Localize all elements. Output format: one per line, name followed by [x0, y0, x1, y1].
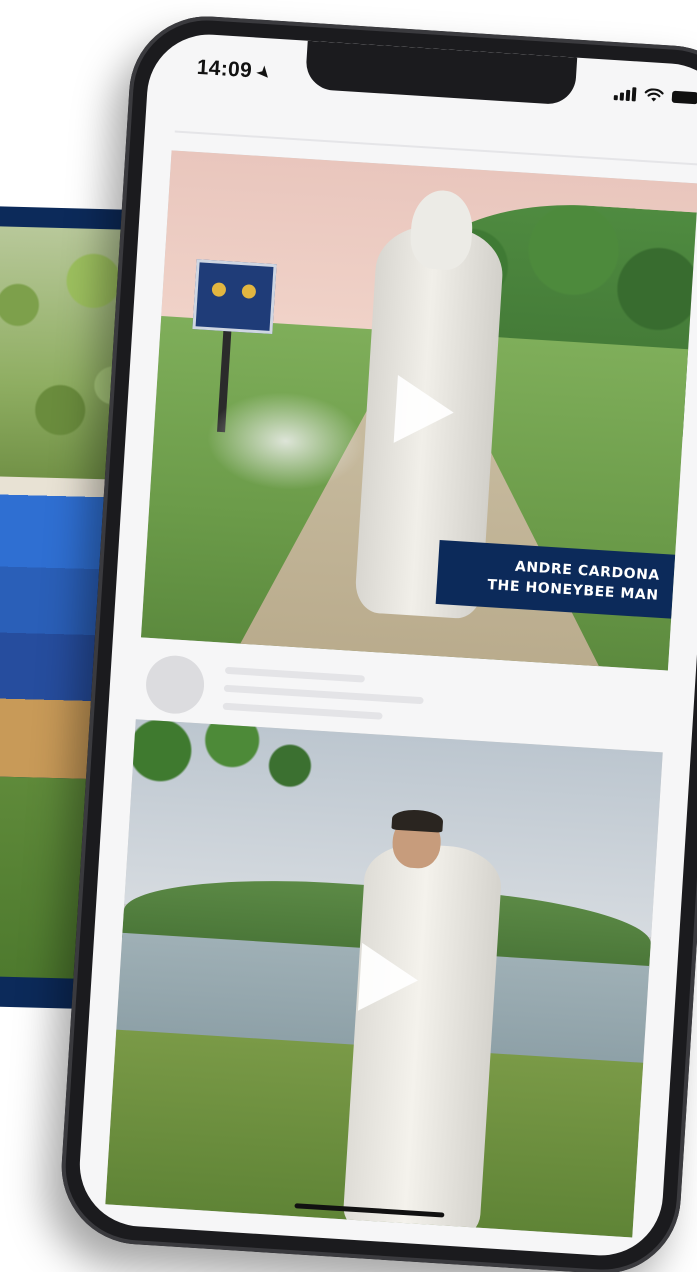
wifi-icon [644, 88, 664, 102]
phone-frame: 14:09➤ ANDRE CARDONA THE HONEYBEE MAN [56, 11, 697, 1272]
video-1-smoke [203, 387, 368, 495]
video-1-sign [192, 259, 277, 334]
status-time-text: 14:09 [196, 55, 253, 83]
battery-icon [671, 90, 697, 105]
phone-screen: 14:09➤ ANDRE CARDONA THE HONEYBEE MAN [76, 30, 697, 1260]
status-bar-time: 14:09➤ [196, 55, 274, 85]
location-arrow-icon: ➤ [253, 62, 275, 84]
marketing-mockup: 14:09➤ ANDRE CARDONA THE HONEYBEE MAN [0, 0, 697, 1272]
video-card-andre-cardona[interactable]: ANDRE CARDONA THE HONEYBEE MAN [140, 150, 697, 671]
status-bar-icons [613, 86, 697, 105]
play-icon[interactable] [357, 942, 421, 1015]
video-card-pond[interactable] [105, 719, 663, 1238]
avatar-placeholder [144, 653, 206, 716]
cellular-signal-icon [613, 86, 637, 102]
placeholder-line [223, 684, 424, 705]
placeholder-line [222, 702, 383, 720]
placeholder-line [224, 666, 366, 683]
video-2-beekeeper [341, 840, 504, 1238]
phone-notch [304, 40, 578, 106]
video-2-branch [107, 719, 354, 850]
play-icon[interactable] [393, 375, 456, 447]
